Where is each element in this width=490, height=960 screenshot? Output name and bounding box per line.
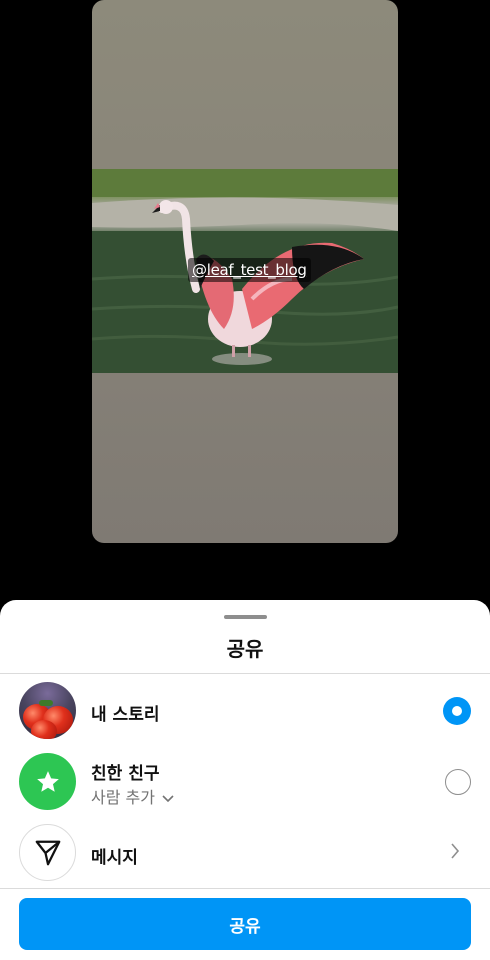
- story-preview: @leaf_test_blog: [92, 0, 398, 543]
- option-close-friends[interactable]: 친한 친구 사람 추가: [0, 745, 490, 817]
- option-message[interactable]: 메시지: [0, 816, 490, 888]
- share-sheet: 공유 내 스토리 친한 친구 사람 추가 메시지 공유: [0, 600, 490, 960]
- star-icon: [19, 753, 76, 810]
- add-people-label: 사람 추가: [91, 788, 155, 807]
- flamingo-photo: @leaf_test_blog: [92, 169, 398, 373]
- chevron-down-icon: [162, 794, 174, 802]
- option-label: 친한 친구: [91, 764, 160, 784]
- option-my-story[interactable]: 내 스토리: [0, 674, 490, 746]
- share-button[interactable]: 공유: [19, 898, 471, 950]
- screen: @leaf_test_blog 공유 내 스토리 친한 친구 사람 추가 메시지…: [0, 0, 490, 960]
- avatar: [19, 682, 76, 739]
- chevron-right-icon: [451, 843, 460, 859]
- send-icon: [19, 824, 76, 881]
- radio-selected[interactable]: [443, 697, 471, 725]
- option-label: 내 스토리: [91, 705, 160, 725]
- sheet-title: 공유: [226, 637, 264, 661]
- divider: [0, 888, 490, 889]
- option-label: 메시지: [91, 848, 138, 868]
- sheet-grabber[interactable]: [224, 615, 267, 619]
- mention-sticker[interactable]: @leaf_test_blog: [188, 258, 311, 282]
- mention-text: @leaf_test_blog: [192, 261, 307, 279]
- radio-unselected[interactable]: [445, 769, 471, 795]
- add-people-link[interactable]: 사람 추가: [91, 784, 174, 808]
